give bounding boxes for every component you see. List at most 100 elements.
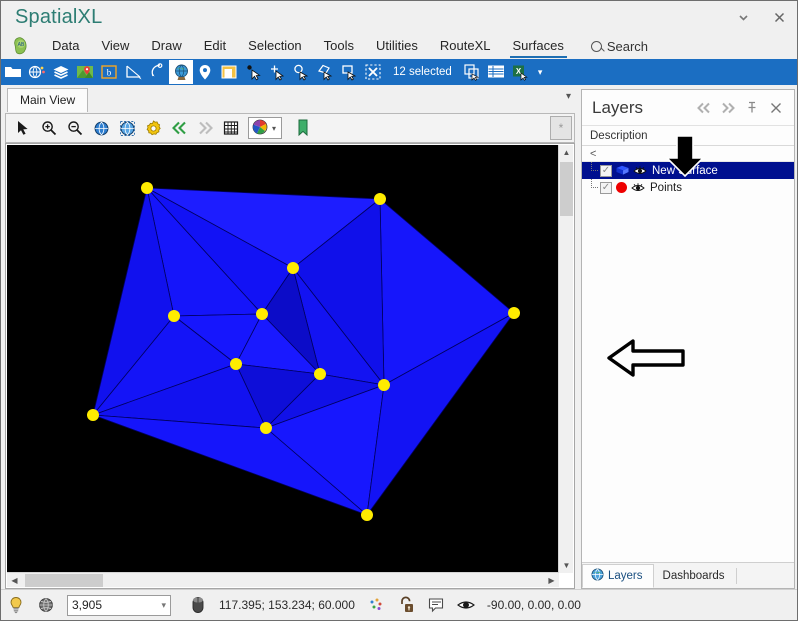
point-swatch-icon (616, 182, 627, 193)
layers-filter-row[interactable]: < (582, 146, 794, 162)
survey-point[interactable] (230, 358, 242, 370)
clear-selection-icon[interactable] (361, 60, 385, 84)
menu-item-data[interactable]: Data (41, 33, 90, 59)
palette-dropdown-icon[interactable]: ▾ (272, 124, 276, 133)
scroll-right-icon[interactable]: ▶ (544, 573, 559, 588)
search-icon (590, 40, 602, 52)
tab-divider (735, 568, 737, 584)
boundary-box-icon[interactable]: b (97, 60, 121, 84)
color-palette-combo[interactable]: ▾ (248, 117, 283, 139)
map-frame-icon[interactable] (217, 60, 241, 84)
zoom-out-icon[interactable] (62, 115, 88, 141)
tab-main-view[interactable]: Main View (7, 88, 89, 112)
surface-swatch-icon (616, 165, 629, 176)
select-circle-icon[interactable] (289, 60, 313, 84)
layer-visibility-checkbox[interactable]: ✓ (600, 181, 612, 194)
node-link-icon[interactable] (145, 60, 169, 84)
menu-item-utilities[interactable]: Utilities (365, 33, 429, 59)
pin-icon[interactable] (740, 96, 764, 120)
tab-layers[interactable]: Layers (582, 564, 654, 588)
eye-icon[interactable] (451, 593, 481, 617)
survey-point[interactable] (87, 409, 99, 421)
survey-point[interactable] (361, 509, 373, 521)
select-move-icon[interactable] (265, 60, 289, 84)
survey-point[interactable] (378, 379, 390, 391)
scroll-left-icon[interactable]: ◀ (7, 573, 22, 588)
globe-ab-icon[interactable]: AB (1, 34, 41, 58)
survey-point[interactable] (260, 422, 272, 434)
menu-item-selection[interactable]: Selection (237, 33, 312, 59)
scroll-up-icon[interactable]: ▲ (559, 145, 574, 160)
select-polygon-icon[interactable] (313, 60, 337, 84)
survey-point[interactable] (508, 307, 520, 319)
viewport-horizontal-scrollbar[interactable]: ◀ ▶ (7, 572, 559, 587)
survey-point[interactable] (168, 310, 180, 322)
search-box[interactable]: Search (590, 38, 649, 54)
copy-selection-icon[interactable] (460, 60, 484, 84)
scale-combo[interactable]: 3,905 ▾ (67, 594, 171, 616)
arrow-pointer-icon[interactable] (10, 115, 36, 141)
open-folder-icon[interactable] (1, 60, 25, 84)
select-point-icon[interactable] (241, 60, 265, 84)
measure-angle-icon[interactable] (121, 60, 145, 84)
svg-text:AB: AB (18, 42, 25, 48)
eye-icon[interactable] (633, 165, 647, 177)
snap-points-icon[interactable] (361, 593, 391, 617)
attribute-table-icon[interactable] (484, 60, 508, 84)
view-settings-icon[interactable] (140, 115, 166, 141)
vertical-scroll-thumb[interactable] (560, 162, 573, 216)
scale-dropdown-icon[interactable]: ▾ (161, 600, 166, 611)
bookmark-icon[interactable] (290, 115, 316, 141)
horizontal-scroll-thumb[interactable] (25, 574, 103, 587)
document-collapse-icon[interactable]: ▾ (566, 91, 571, 102)
location-pin-icon[interactable] (193, 60, 217, 84)
collapse-left-icon[interactable] (692, 96, 716, 120)
eye-icon[interactable] (631, 182, 645, 194)
previous-view-icon[interactable] (166, 115, 192, 141)
zoom-selected-icon[interactable] (114, 115, 140, 141)
collapse-right-icon[interactable] (716, 96, 740, 120)
tab-layers-label: Layers (608, 570, 643, 582)
zoom-extents-icon[interactable] (88, 115, 114, 141)
menu-bar: AB Data View Draw Edit Selection Tools U… (1, 33, 797, 59)
layer-row-points[interactable]: ✓ Points (582, 179, 794, 196)
layer-visibility-checkbox[interactable]: ✓ (600, 164, 612, 177)
search-label: Search (606, 38, 649, 54)
title-dropdown-icon[interactable] (725, 3, 761, 31)
grid-icon[interactable] (218, 115, 244, 141)
map-pin-image-icon[interactable] (73, 60, 97, 84)
select-rectangle-icon[interactable] (337, 60, 361, 84)
close-icon[interactable] (761, 3, 797, 31)
menu-item-draw[interactable]: Draw (140, 33, 192, 59)
layers-stack-icon[interactable] (49, 60, 73, 84)
globe-palette-icon[interactable] (25, 60, 49, 84)
layers-filter-icon[interactable]: < (590, 148, 596, 160)
survey-point[interactable] (141, 182, 153, 194)
3d-viewport[interactable]: y x z 100m (7, 145, 559, 573)
survey-point[interactable] (314, 368, 326, 380)
layer-row-new-surface[interactable]: ✓ New Surface (582, 162, 794, 179)
unlock-icon[interactable] (391, 593, 421, 617)
globe-3d-icon[interactable] (169, 60, 193, 84)
zoom-in-icon[interactable] (36, 115, 62, 141)
viewport-vertical-scrollbar[interactable]: ▲ ▼ (558, 145, 573, 573)
ribbon-overflow-icon[interactable]: ▾ (532, 67, 549, 78)
close-panel-icon[interactable] (764, 96, 788, 120)
survey-point[interactable] (287, 262, 299, 274)
export-excel-icon[interactable]: X (508, 60, 532, 84)
menu-item-tools[interactable]: Tools (313, 33, 365, 59)
survey-point[interactable] (374, 193, 386, 205)
note-icon[interactable] (421, 593, 451, 617)
menu-item-routexl[interactable]: RouteXL (429, 33, 502, 59)
menu-item-edit[interactable]: Edit (193, 33, 237, 59)
view-favorite-button[interactable]: * (550, 116, 572, 140)
next-view-icon[interactable] (192, 115, 218, 141)
tab-dashboards[interactable]: Dashboards (654, 564, 736, 588)
lightbulb-icon[interactable] (1, 593, 31, 617)
globe-wire-icon[interactable] (31, 593, 61, 617)
scroll-down-icon[interactable]: ▼ (559, 558, 574, 573)
tab-dashboards-label: Dashboards (662, 570, 725, 582)
menu-item-view[interactable]: View (90, 33, 140, 59)
menu-item-surfaces[interactable]: Surfaces (502, 33, 575, 59)
survey-point[interactable] (256, 308, 268, 320)
